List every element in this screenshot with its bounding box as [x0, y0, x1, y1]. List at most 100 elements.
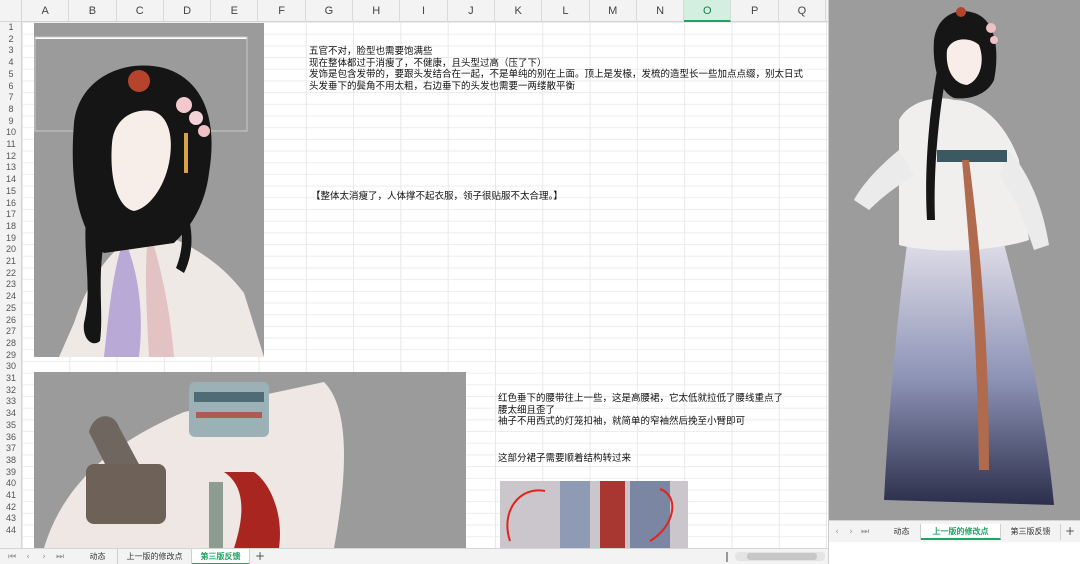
body-note: 【整体太消瘦了，人体撑不起衣服，领子很贴服不太合理。】: [311, 191, 563, 202]
row-header-38[interactable]: 38: [0, 455, 22, 467]
face-note-line: 现在整体都过于消瘦了，不健康，且头型过高（压了下）: [309, 57, 547, 69]
row-header-10[interactable]: 10: [0, 127, 22, 139]
column-header-k[interactable]: K: [495, 0, 543, 22]
row-header-13[interactable]: 13: [0, 162, 22, 174]
row-header-5[interactable]: 5: [0, 69, 22, 81]
row-header-3[interactable]: 3: [0, 45, 22, 57]
row-header-31[interactable]: 31: [0, 373, 22, 385]
row-header-40[interactable]: 40: [0, 478, 22, 490]
column-header-g[interactable]: G: [306, 0, 354, 22]
spreadsheet-app: ABCDEFGHIJKLMNOPQ 1 2 3 4 5 6 7 8 9 10 11 12 13 14 15 1…: [0, 0, 1080, 564]
add-sheet-button[interactable]: +: [1063, 524, 1077, 540]
row-header-14[interactable]: 14: [0, 174, 22, 186]
column-header-n[interactable]: N: [637, 0, 685, 22]
scroll-split-handle[interactable]: [726, 552, 728, 562]
row-header-19[interactable]: 19: [0, 233, 22, 245]
column-header-b[interactable]: B: [69, 0, 117, 22]
column-header-p[interactable]: P: [732, 0, 779, 22]
last-sheet-icon[interactable]: ⏭: [54, 549, 66, 564]
row-header-2[interactable]: 2: [0, 34, 22, 46]
row-header-17[interactable]: 17: [0, 209, 22, 221]
next-sheet-icon[interactable]: ›: [845, 524, 857, 540]
column-headers: ABCDEFGHIJKLMNOPQ: [22, 0, 828, 22]
row-header-37[interactable]: 37: [0, 443, 22, 455]
row-header-11[interactable]: 11: [0, 139, 22, 151]
row-header-28[interactable]: 28: [0, 338, 22, 350]
worksheet[interactable]: ABCDEFGHIJKLMNOPQ 1 2 3 4 5 6 7 8 9 10 11 12 13 14 15 1…: [0, 0, 828, 548]
select-all-corner[interactable]: [0, 0, 22, 22]
row-header-24[interactable]: 24: [0, 291, 22, 303]
add-sheet-button[interactable]: +: [253, 549, 267, 564]
row-header-26[interactable]: 26: [0, 315, 22, 327]
column-header-l[interactable]: L: [542, 0, 590, 22]
row-header-9[interactable]: 9: [0, 116, 22, 128]
tab-dynamic[interactable]: 动态: [883, 524, 921, 540]
sheet-tab-bar: ⏮ ‹ › ⏭ 动态 上一版的修改点 第三版反馈 +: [0, 548, 828, 564]
column-header-q[interactable]: Q: [779, 0, 827, 22]
row-header-21[interactable]: 21: [0, 256, 22, 268]
row-header-16[interactable]: 16: [0, 198, 22, 210]
row-header-41[interactable]: 41: [0, 490, 22, 502]
face-note: 五官不对，脸型也需要饱满些 现在整体都过于消瘦了，不健康，且头型过高（压了下） …: [309, 46, 803, 93]
face-note-line: 五官不对，脸型也需要饱满些: [309, 46, 433, 57]
row-header-27[interactable]: 27: [0, 326, 22, 338]
waist-note-line: 袖子不用西式的灯笼扣袖，就简单的窄袖然后挽至小臂即可: [498, 416, 746, 428]
scrollbar-thumb[interactable]: [747, 553, 817, 560]
skirt-note: 这部分裙子需要顺着结构转过来: [498, 453, 632, 464]
row-header-6[interactable]: 6: [0, 81, 22, 93]
row-header-30[interactable]: 30: [0, 361, 22, 373]
waist-note-line: 腰太细且歪了: [498, 404, 556, 416]
last-sheet-icon[interactable]: ⏭: [859, 524, 871, 540]
prev-sheet-icon[interactable]: ‹: [831, 524, 843, 540]
row-header-25[interactable]: 25: [0, 303, 22, 315]
waist-note: 红色垂下的腰带往上一些，这是高腰裙，它太低就拉低了腰线重点了 腰太细且歪了 袖子…: [498, 393, 783, 428]
row-header-7[interactable]: 7: [0, 92, 22, 104]
row-header-44[interactable]: 44: [0, 525, 22, 537]
row-header-36[interactable]: 36: [0, 432, 22, 444]
row-header-43[interactable]: 43: [0, 513, 22, 525]
column-header-h[interactable]: H: [353, 0, 401, 22]
tab-dynamic[interactable]: 动态: [78, 549, 118, 564]
reference-window: ‹ › ⏭ 动态 上一版的修改点 第三版反馈 +: [828, 0, 1080, 564]
column-header-m[interactable]: M: [590, 0, 637, 22]
tab-third-feedback[interactable]: 第三版反馈: [1001, 524, 1061, 540]
row-header-22[interactable]: 22: [0, 268, 22, 280]
row-header-8[interactable]: 8: [0, 104, 22, 116]
row-header-12[interactable]: 12: [0, 151, 22, 163]
row-header-15[interactable]: 15: [0, 186, 22, 198]
row-header-35[interactable]: 35: [0, 420, 22, 432]
first-sheet-icon[interactable]: ⏮: [6, 549, 18, 564]
tab-previous-changes[interactable]: 上一版的修改点: [118, 549, 192, 564]
row-header-1[interactable]: 1: [0, 22, 22, 34]
row-header-32[interactable]: 32: [0, 385, 22, 397]
row-header-33[interactable]: 33: [0, 396, 22, 408]
face-note-line: 发饰是包含发带的，要跟头发结合在一起，不是单纯的别在上面。顶上是发椽，发梳的造型…: [309, 69, 804, 81]
row-header-42[interactable]: 42: [0, 502, 22, 514]
horizontal-scrollbar[interactable]: [735, 552, 825, 561]
column-header-o[interactable]: O: [684, 0, 732, 22]
row-header-20[interactable]: 20: [0, 244, 22, 256]
prev-sheet-icon[interactable]: ‹: [22, 549, 34, 564]
row-header-23[interactable]: 23: [0, 279, 22, 291]
column-header-j[interactable]: J: [448, 0, 495, 22]
column-header-c[interactable]: C: [117, 0, 164, 22]
waist-sleeve-artwork: [34, 372, 466, 548]
waist-note-line: 红色垂下的腰带往上一些，这是高腰裙，它太低就拉低了腰线重点了: [498, 393, 784, 404]
portrait-artwork: [34, 23, 264, 357]
row-headers: 1 2 3 4 5 6 7 8 9 10 11 12 13 14 15 16 17 18 19 20 21 22 23 24 2…: [0, 22, 22, 548]
full-body-artwork: [829, 0, 1080, 520]
tab-previous-changes[interactable]: 上一版的修改点: [921, 524, 1001, 540]
tab-third-feedback[interactable]: 第三版反馈: [192, 549, 250, 564]
column-header-f[interactable]: F: [259, 0, 306, 22]
next-sheet-icon[interactable]: ›: [38, 549, 50, 564]
face-note-line: 头发垂下的鬓角不用太粗，右边垂下的头发也需要一两缕散平衡: [309, 81, 576, 93]
column-header-i[interactable]: I: [400, 0, 448, 22]
row-header-4[interactable]: 4: [0, 57, 22, 69]
row-header-18[interactable]: 18: [0, 221, 22, 233]
column-header-d[interactable]: D: [164, 0, 212, 22]
column-header-e[interactable]: E: [211, 0, 259, 22]
row-header-39[interactable]: 39: [0, 467, 22, 479]
column-header-a[interactable]: A: [22, 0, 70, 22]
row-header-29[interactable]: 29: [0, 350, 22, 362]
row-header-34[interactable]: 34: [0, 408, 22, 420]
